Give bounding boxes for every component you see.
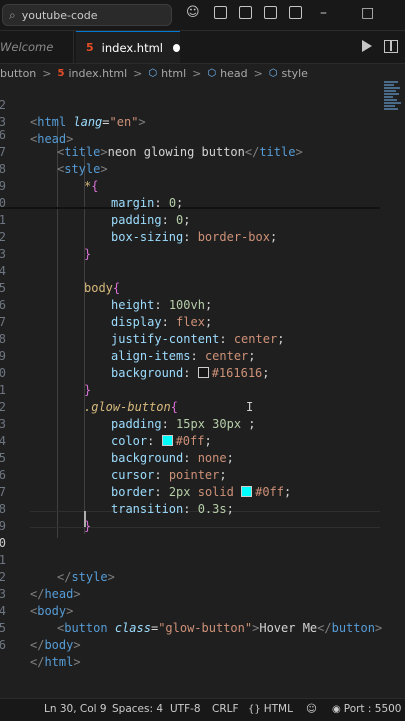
code-line: 2 <html lang="en">: [0, 98, 146, 129]
maximize-icon[interactable]: □: [361, 5, 374, 21]
code-line: 7 <style>: [0, 145, 108, 176]
breadcrumb-separator: >: [133, 66, 143, 80]
code-line: 1 box-sizing: border-box;: [0, 213, 278, 244]
breadcrumb-separator: >: [42, 66, 52, 80]
code-line: 4 body{: [0, 264, 121, 295]
code-line: 3 color: #0ff;: [0, 417, 212, 448]
layout-sidebar-right-icon[interactable]: [264, 6, 277, 19]
code-line: 6 border: 2px solid #0ff;: [0, 468, 292, 499]
code-line: 4 background: none;: [0, 434, 234, 465]
code-line: 6 display: flex;: [0, 298, 213, 329]
code-line: 0 padding: 0;: [0, 196, 191, 227]
code-line: 2 padding: 15px 30px ;: [0, 400, 256, 431]
title-bar: ⌕ youtube-code ☺ – □: [0, 0, 405, 31]
layout-sidebar-left-icon[interactable]: [214, 6, 227, 19]
tab-index-html-label: index.html: [101, 40, 163, 55]
status-eol[interactable]: CRLF: [212, 703, 239, 715]
element-icon: ⬡: [148, 67, 158, 79]
run-icon[interactable]: [362, 40, 372, 52]
tab-welcome-label: Welcome: [0, 40, 54, 54]
breadcrumb-separator: >: [192, 66, 202, 80]
code-line: 7 transition: 0.3s;: [0, 485, 234, 516]
layout-panel-icon[interactable]: [239, 6, 252, 19]
code-line: 5 cursor: pointer;: [0, 451, 227, 482]
code-line: 3 <body>: [0, 587, 74, 618]
braces-icon: {}: [248, 704, 261, 715]
breadcrumb-index-html[interactable]: 5 index.html: [58, 67, 128, 80]
code-line: 6 </html>: [0, 638, 81, 669]
code-line: 0 }: [0, 366, 92, 397]
minimap[interactable]: [384, 80, 404, 140]
code-line: 0: [0, 536, 6, 550]
html5-icon: 5: [86, 41, 94, 54]
tab-index-html[interactable]: 5 index.html: [76, 31, 180, 63]
status-encoding[interactable]: UTF-8: [170, 703, 201, 715]
search-text: youtube-code: [21, 8, 98, 22]
mouse-ibeam-cursor-icon: I: [246, 400, 254, 414]
html5-icon: 5: [57, 67, 65, 79]
code-line: 9: [0, 519, 6, 533]
tab-welcome[interactable]: Welcome: [0, 31, 74, 63]
code-line: 5 height: 100vh;: [0, 281, 213, 312]
breadcrumb-separator: >: [253, 66, 263, 80]
code-line: 6 <title>neon glowing button</title>: [0, 128, 303, 159]
code-line: 5 </body>: [0, 621, 81, 652]
copilot-icon[interactable]: ☺: [186, 6, 202, 20]
code-line: 8 *{: [0, 162, 99, 193]
breadcrumb-style[interactable]: ⬡ style: [269, 67, 308, 80]
command-center-search[interactable]: ⌕ youtube-code: [2, 4, 172, 26]
copilot-status-icon[interactable]: ☺: [306, 703, 317, 715]
editor-tab-bar: Welcome 5 index.html: [0, 31, 405, 64]
layout-icon[interactable]: [289, 6, 302, 19]
status-cursor-position[interactable]: Ln 30, Col 9: [44, 703, 107, 715]
unsaved-dot-icon[interactable]: [172, 43, 180, 52]
code-line: 2 }: [0, 230, 92, 261]
code-line: 1 .glow-button{: [0, 383, 178, 414]
code-line: 4 <button class="glow-button">Hover Me</…: [0, 604, 383, 635]
code-line: 7 justify-content: center;: [0, 315, 285, 346]
split-editor-icon[interactable]: [384, 40, 398, 53]
broadcast-icon: ◉: [332, 704, 341, 715]
code-line: 3: [0, 247, 6, 261]
status-bar: Ln 30, Col 9 Spaces: 4 UTF-8 CRLF {} HTML…: [0, 698, 405, 721]
code-editor[interactable]: 2 <html lang="en"> 3 <head> 6 <title>neo…: [0, 80, 405, 700]
code-line: 2 </head>: [0, 570, 81, 601]
status-indentation[interactable]: Spaces: 4: [112, 703, 163, 715]
breadcrumb-html[interactable]: ⬡ html: [148, 67, 186, 80]
code-line: 9 background: #161616;: [0, 349, 270, 380]
minimize-icon[interactable]: –: [320, 5, 327, 21]
code-line: 8 }: [0, 502, 92, 533]
breadcrumb-button[interactable]: button: [0, 67, 36, 80]
status-language[interactable]: {} HTML: [248, 703, 293, 715]
element-icon: ⬡: [268, 67, 278, 79]
search-icon: ⌕: [9, 7, 16, 22]
breadcrumb-head[interactable]: ⬡ head: [207, 67, 247, 80]
element-icon: ⬡: [207, 67, 217, 79]
status-live-server-port[interactable]: ◉ Port : 5500: [332, 703, 401, 715]
code-line: 9 margin: 0;: [0, 179, 184, 210]
code-line: 8 align-items: center;: [0, 332, 256, 363]
code-line: 1 </style>: [0, 553, 115, 584]
